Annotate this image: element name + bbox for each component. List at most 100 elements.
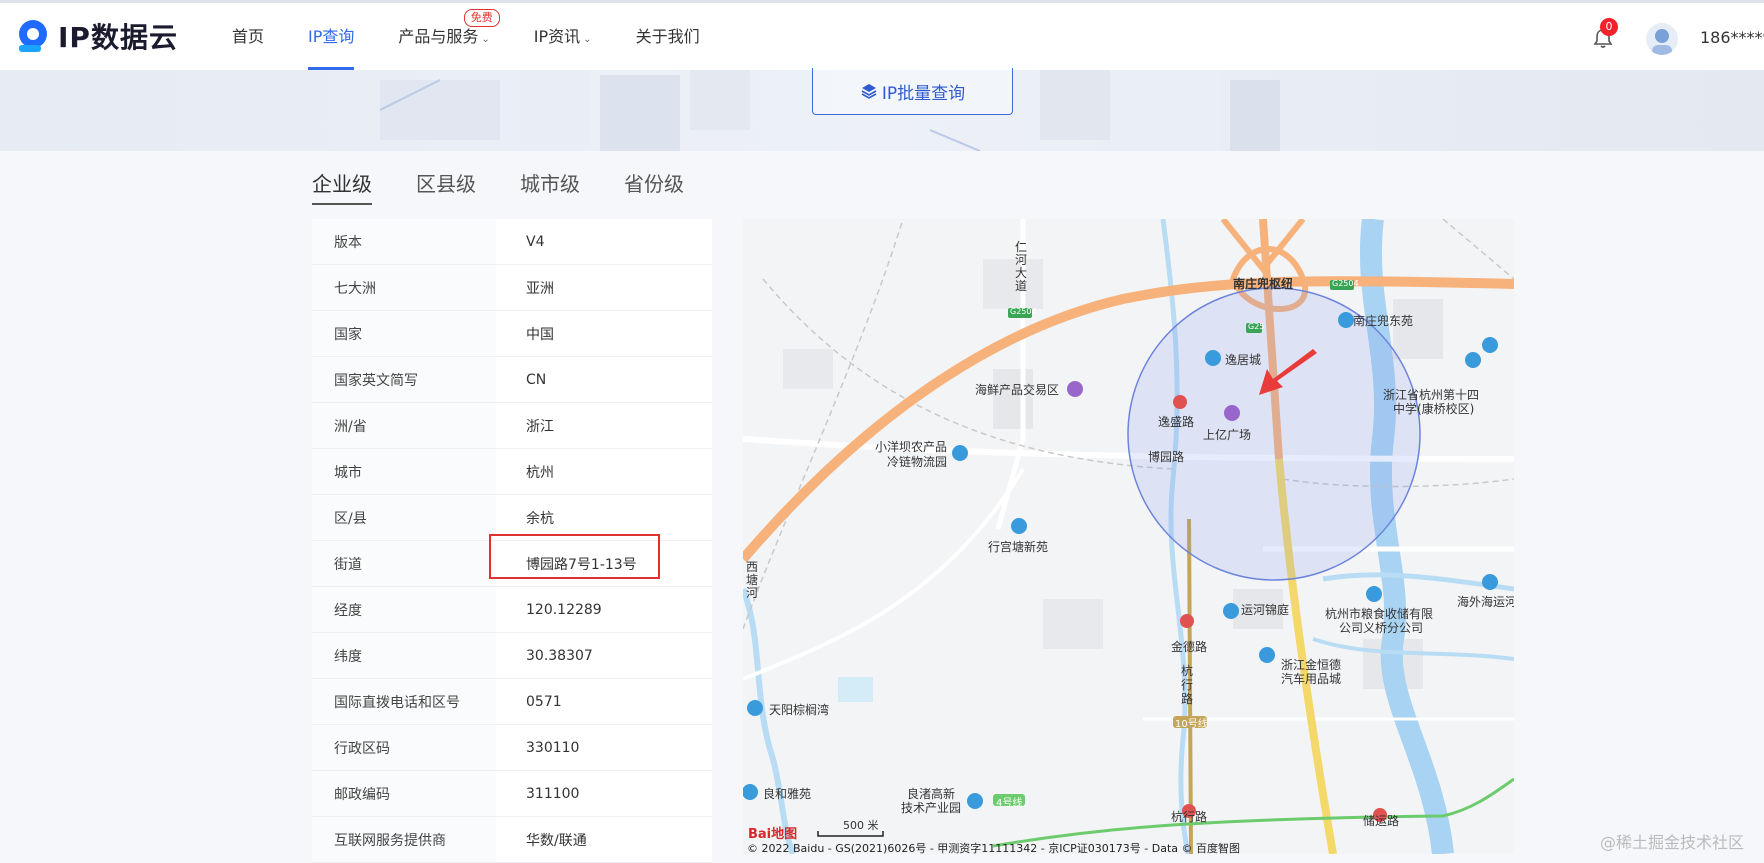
map-label-tianyang: 天阳棕榈湾 bbox=[769, 703, 830, 717]
row-value: 311100 bbox=[526, 785, 580, 802]
row-key: 城市 bbox=[312, 449, 496, 494]
nav-products[interactable]: 产品与服务 ⌄ 免费 bbox=[398, 3, 500, 70]
table-row: 城市 杭州 bbox=[312, 449, 712, 495]
map-label-haiwai: 海外海运河 bbox=[1457, 595, 1514, 609]
row-value: 亚洲 bbox=[526, 280, 554, 297]
batch-query-button[interactable]: IP批量查询 bbox=[812, 68, 1013, 115]
chevron-down-icon: ⌄ bbox=[481, 34, 490, 45]
map-label-line4: 4号线 bbox=[996, 798, 1023, 809]
nav-products-label: 产品与服务 bbox=[398, 27, 479, 46]
row-value: CN bbox=[526, 371, 547, 388]
row-value: 华数/联通 bbox=[526, 832, 587, 849]
map-label-jinde: 金德路 bbox=[1171, 640, 1208, 654]
user-avatar-icon bbox=[1652, 29, 1672, 55]
nav-home-label: 首页 bbox=[232, 27, 265, 46]
row-value: 浙江 bbox=[526, 418, 554, 435]
row-value: 330110 bbox=[526, 739, 580, 756]
table-row: 七大洲 亚洲 bbox=[312, 265, 712, 311]
table-row: 国家英文简写 CN bbox=[312, 357, 712, 403]
map-scale-label: 500 米 bbox=[843, 819, 879, 832]
map-label-xiaoyang-2: 冷链物流园 bbox=[887, 455, 948, 469]
row-value: 杭州 bbox=[526, 464, 554, 481]
nav-about[interactable]: 关于我们 bbox=[636, 3, 700, 70]
row-value: 0571 bbox=[526, 693, 562, 710]
map-label-shangyi: 上亿广场 bbox=[1203, 428, 1252, 442]
table-row: 版本 V4 bbox=[312, 219, 712, 265]
table-row: 国际直拨电话和区号 0571 bbox=[312, 679, 712, 725]
row-key: 国家英文简写 bbox=[312, 357, 496, 402]
table-row: 洲/省 浙江 bbox=[312, 403, 712, 449]
tab-district[interactable]: 区县级 bbox=[416, 168, 476, 205]
free-badge: 免费 bbox=[463, 9, 500, 27]
tab-city[interactable]: 城市级 bbox=[520, 168, 580, 205]
map-label-yijucheng: 逸居城 bbox=[1225, 353, 1262, 367]
map-label-nanzhuang-east: 南庄兜东苑 bbox=[1353, 314, 1414, 328]
logo[interactable]: IP数据云 bbox=[14, 16, 178, 56]
tab-enterprise[interactable]: 企业级 bbox=[312, 168, 372, 205]
notification-badge: 0 bbox=[1600, 18, 1618, 36]
map-label-yisheng-road: 逸盛路 bbox=[1158, 415, 1195, 429]
row-value: 30.38307 bbox=[526, 647, 593, 664]
logo-icon bbox=[19, 20, 47, 52]
level-tabs: 企业级 区县级 城市级 省份级 bbox=[312, 168, 728, 205]
map-label-xitang: 西塘河 bbox=[746, 560, 759, 600]
table-row: 国家 中国 bbox=[312, 311, 712, 357]
nav-ip-news[interactable]: IP资讯 ⌄ bbox=[534, 3, 592, 70]
row-key: 版本 bbox=[312, 219, 496, 264]
table-row: 互联网服务提供商 华数/联通 bbox=[312, 817, 712, 863]
chevron-down-icon: ⌄ bbox=[583, 34, 592, 45]
nav-home[interactable]: 首页 bbox=[232, 3, 264, 70]
map-label-nanzhuang-hub: 南庄兜枢纽 bbox=[1233, 277, 1294, 291]
row-key: 国际直拨电话和区号 bbox=[312, 679, 496, 724]
map-label-chuyun: 储运路 bbox=[1363, 814, 1400, 828]
logo-text: IP数据云 bbox=[58, 21, 178, 54]
avatar[interactable] bbox=[1646, 23, 1678, 55]
baidu-map[interactable]: 仁河大道 南庄兜枢纽 南庄兜东苑 逸居城 海鲜产品交易区 逸盛路 上亿广场 博园… bbox=[743, 219, 1514, 854]
row-key: 邮政编码 bbox=[312, 771, 496, 816]
map-label-renhe: 仁河大道 bbox=[1015, 240, 1028, 293]
batch-query-label: IP批量查询 bbox=[881, 83, 966, 104]
nav-ip-query-label: IP查询 bbox=[308, 27, 355, 46]
row-key: 国家 bbox=[312, 311, 496, 356]
main-nav: 首页 IP查询 产品与服务 ⌄ 免费 IP资讯 ⌄ 关于我们 bbox=[232, 3, 744, 70]
row-key: 纬度 bbox=[312, 633, 496, 678]
map-label-line10: 10号线 bbox=[1175, 719, 1208, 730]
row-key: 七大洲 bbox=[312, 265, 496, 310]
nav-ip-query[interactable]: IP查询 bbox=[308, 3, 355, 70]
table-row: 邮政编码 311100 bbox=[312, 771, 712, 817]
map-label-liangzhu-2: 技术产业园 bbox=[901, 801, 962, 815]
map-label-xinggongtang: 行宫塘新苑 bbox=[988, 540, 1049, 554]
street-highlight-box bbox=[489, 534, 660, 579]
map-label-school-2: 中学(康桥校区) bbox=[1393, 402, 1475, 416]
row-key: 区/县 bbox=[312, 495, 496, 540]
watermark: @稀土掘金技术社区 bbox=[1600, 833, 1745, 852]
row-key: 互联网服务提供商 bbox=[312, 817, 496, 862]
map-label-g2504-a: G2504 bbox=[1010, 307, 1037, 316]
table-row: 行政区码 330110 bbox=[312, 725, 712, 771]
map-label-jinheng-2: 汽车用品城 bbox=[1281, 672, 1342, 686]
row-key: 经度 bbox=[312, 587, 496, 632]
map-label-hangxing: 杭行路 bbox=[1181, 664, 1194, 706]
row-key: 行政区码 bbox=[312, 725, 496, 770]
map-label-boyuan: 博园路 bbox=[1148, 450, 1185, 464]
table-row: 纬度 30.38307 bbox=[312, 633, 712, 679]
poi-icon bbox=[1205, 350, 1221, 366]
map-label-hangxing-station: 杭行路 bbox=[1171, 810, 1208, 824]
table-row: 经度 120.12289 bbox=[312, 587, 712, 633]
map-label-seafood: 海鲜产品交易区 bbox=[975, 383, 1060, 397]
layers-icon bbox=[861, 84, 877, 99]
nav-ip-news-label: IP资讯 bbox=[533, 27, 581, 46]
map-label-g25: G25 bbox=[1248, 322, 1265, 331]
row-key: 洲/省 bbox=[312, 403, 496, 448]
map-label-yunhe: 运河锦庭 bbox=[1241, 603, 1290, 617]
top-header: IP数据云 首页 IP查询 产品与服务 ⌄ 免费 IP资讯 ⌄ 关于我们 0 186… bbox=[0, 0, 1764, 70]
row-value: 余杭 bbox=[526, 510, 554, 527]
map-label-lianghe: 良和雅苑 bbox=[763, 787, 812, 801]
tab-province[interactable]: 省份级 bbox=[624, 168, 684, 205]
user-name[interactable]: 186****9 bbox=[1700, 28, 1764, 47]
row-value: 中国 bbox=[526, 326, 554, 343]
nav-about-label: 关于我们 bbox=[635, 27, 700, 46]
map-label-grain-2: 公司义桥分公司 bbox=[1339, 621, 1424, 635]
row-value: 120.12289 bbox=[526, 601, 602, 618]
map-copyright: © 2022 Baidu - GS(2021)6026号 - 甲测资字11111… bbox=[747, 842, 1241, 854]
